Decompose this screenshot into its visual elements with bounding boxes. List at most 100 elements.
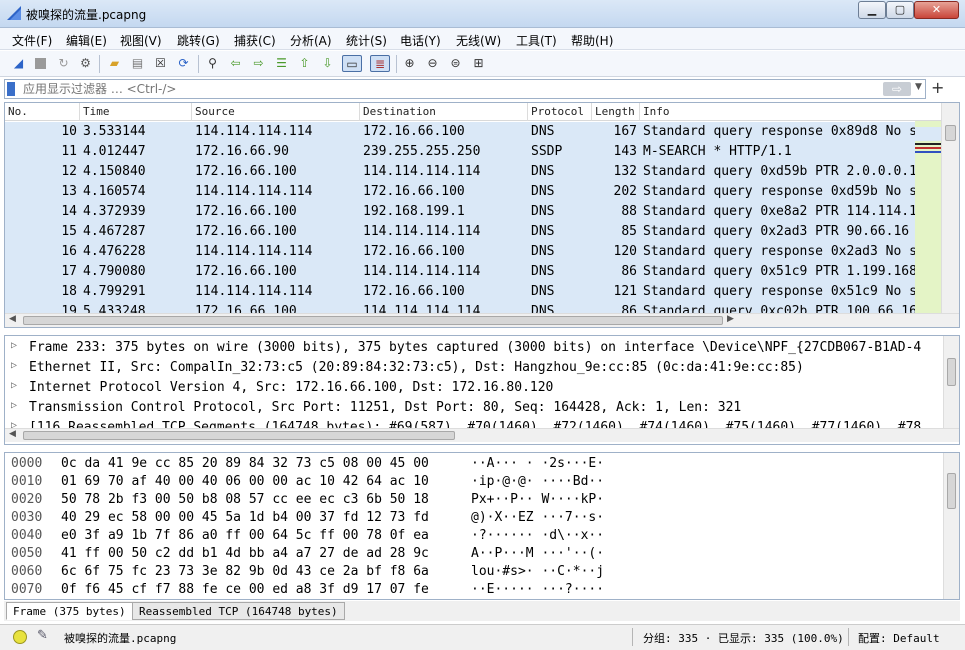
options-gear-icon[interactable]: ⚙	[77, 55, 94, 72]
packet-row[interactable]: 13 4.160574 114.114.114.114 172.16.66.10…	[5, 182, 915, 202]
expert-info-led-icon[interactable]	[13, 630, 27, 644]
bytes-row[interactable]: 0010 01 69 70 af 40 00 40 06 00 00 ac 10…	[5, 473, 945, 491]
maximize-button[interactable]: ▢	[886, 1, 914, 19]
add-filter-button[interactable]: +	[931, 78, 944, 97]
bytes-row[interactable]: 0040 e0 3f a9 1b 7f 86 a0 ff 00 64 5c ff…	[5, 527, 945, 545]
menu-statistics[interactable]: 统计(S)	[346, 32, 387, 49]
menu-edit[interactable]: 编辑(E)	[66, 32, 107, 49]
menu-capture[interactable]: 捕获(C)	[234, 32, 276, 49]
byte-ascii: lou·#s>· ··C·*··j	[471, 564, 605, 579]
menu-tools[interactable]: 工具(T)	[516, 32, 557, 49]
expand-arrow-icon[interactable]: ▷	[11, 380, 17, 391]
forward-arrow-icon[interactable]: ⇨	[250, 55, 267, 72]
byte-ascii: @)·X··EZ ···7··s·	[471, 510, 605, 525]
packet-list-vertical-scrollbar[interactable]	[941, 103, 959, 313]
column-header-source[interactable]: Source	[195, 105, 235, 118]
menu-view[interactable]: 视图(V)	[120, 32, 162, 49]
close-window-button[interactable]: ✕	[914, 1, 959, 19]
menu-wireless[interactable]: 无线(W)	[456, 32, 501, 49]
tab-frame-bytes[interactable]: Frame (375 bytes)	[6, 602, 133, 620]
packet-source: 172.16.66.100	[195, 224, 297, 239]
menu-telephony[interactable]: 电话(Y)	[400, 32, 441, 49]
column-header-length[interactable]: Length	[595, 105, 635, 118]
goto-packet-icon[interactable]: ☰	[273, 55, 290, 72]
packet-row[interactable]: 16 4.476228 114.114.114.114 172.16.66.10…	[5, 242, 915, 262]
detail-tree-item[interactable]: ▷ [116 Reassembled TCP Segments (164748 …	[5, 418, 945, 428]
bytes-vertical-scrollbar[interactable]	[943, 453, 959, 599]
reload-icon[interactable]: ⟳	[175, 55, 192, 72]
minimize-button[interactable]: ▁	[858, 1, 886, 19]
packet-protocol: DNS	[531, 224, 555, 239]
save-file-icon[interactable]: ▤	[129, 55, 146, 72]
title-bar: 被嗅探的流量.pcapng ▁ ▢ ✕	[0, 0, 965, 28]
detail-tree-item[interactable]: ▷ Ethernet II, Src: CompalIn_32:73:c5 (2…	[5, 358, 945, 378]
menu-analyze[interactable]: 分析(A)	[290, 32, 332, 49]
bytes-row[interactable]: 0030 40 29 ec 58 00 00 45 5a 1d b4 00 37…	[5, 509, 945, 527]
packet-row[interactable]: 15 4.467287 172.16.66.100 114.114.114.11…	[5, 222, 915, 242]
shark-fin-start-icon[interactable]: ◢	[10, 55, 27, 72]
detail-tree-item[interactable]: ▷ Internet Protocol Version 4, Src: 172.…	[5, 378, 945, 398]
packet-info: Standard query response 0x51c9 No s	[643, 284, 915, 299]
filter-history-dropdown-icon[interactable]: ▼	[915, 82, 925, 92]
column-header-destination[interactable]: Destination	[363, 105, 436, 118]
zoom-in-icon[interactable]: ⊕	[401, 55, 418, 72]
column-header-info[interactable]: Info	[643, 105, 670, 118]
column-header-time[interactable]: Time	[83, 105, 110, 118]
tab-reassembled-tcp[interactable]: Reassembled TCP (164748 bytes)	[132, 602, 345, 620]
packet-row[interactable]: 17 4.790080 172.16.66.100 114.114.114.11…	[5, 262, 915, 282]
stop-icon[interactable]	[32, 55, 49, 72]
close-file-icon[interactable]: ☒	[152, 55, 169, 72]
details-horizontal-scrollbar[interactable]: ◀	[5, 428, 959, 442]
bytes-row[interactable]: 0050 41 ff 00 50 c2 dd b1 4d bb a4 a7 27…	[5, 545, 945, 563]
filter-bookmark-icon[interactable]	[7, 82, 15, 96]
back-arrow-icon[interactable]: ⇦	[227, 55, 244, 72]
column-header-protocol[interactable]: Protocol	[531, 105, 584, 118]
bytes-row[interactable]: 0000 0c da 41 9e cc 85 20 89 84 32 73 c5…	[5, 455, 945, 473]
menu-help[interactable]: 帮助(H)	[571, 32, 613, 49]
packet-info: Standard query response 0x89d8 No s	[643, 124, 915, 139]
resize-columns-icon[interactable]: ⊞	[470, 55, 487, 72]
apply-filter-button[interactable]: ⇨	[883, 82, 911, 96]
display-filter-bar: ⇨ ▼	[4, 79, 926, 99]
packet-row[interactable]: 12 4.150840 172.16.66.100 114.114.114.11…	[5, 162, 915, 182]
autoscroll-icon[interactable]: ▭	[342, 55, 362, 72]
zoom-normal-icon[interactable]: ⊜	[447, 55, 464, 72]
menu-go[interactable]: 跳转(G)	[177, 32, 220, 49]
packet-no: 12	[61, 164, 77, 179]
bytes-row[interactable]: 0070 0f f6 45 cf f7 88 fe ce 00 ed a8 3f…	[5, 581, 945, 599]
packet-time: 4.799291	[83, 284, 146, 299]
capture-comment-icon[interactable]: ✎	[37, 628, 48, 643]
packet-row[interactable]: 11 4.012447 172.16.66.90 239.255.255.250…	[5, 142, 915, 162]
expand-arrow-icon[interactable]: ▷	[11, 400, 17, 411]
display-filter-input[interactable]	[23, 81, 843, 97]
packet-row[interactable]: 10 3.533144 114.114.114.114 172.16.66.10…	[5, 122, 915, 142]
packet-time: 4.012447	[83, 144, 146, 159]
detail-tree-item[interactable]: ▷ Transmission Control Protocol, Src Por…	[5, 398, 945, 418]
menu-file[interactable]: 文件(F)	[12, 32, 52, 49]
restart-icon[interactable]: ↻	[55, 55, 72, 72]
bytes-row[interactable]: 0020 50 78 2b f3 00 50 b8 08 57 cc ee ec…	[5, 491, 945, 509]
find-icon[interactable]: ⚲	[204, 55, 221, 72]
packet-minimap[interactable]	[915, 121, 941, 313]
bytes-row[interactable]: 0060 6c 6f 75 fc 23 73 3e 82 9b 0d 43 ce…	[5, 563, 945, 581]
packet-destination: 114.114.114.114	[363, 224, 481, 239]
colorize-icon[interactable]: ≣	[370, 55, 390, 72]
open-folder-icon[interactable]: ▰	[106, 55, 123, 72]
packet-protocol: DNS	[531, 164, 555, 179]
column-header-no[interactable]: No.	[8, 105, 28, 118]
packet-no: 13	[61, 184, 77, 199]
details-vertical-scrollbar[interactable]	[943, 336, 959, 428]
last-packet-icon[interactable]: ⇩	[319, 55, 336, 72]
first-packet-icon[interactable]: ⇧	[296, 55, 313, 72]
byte-hex: 01 69 70 af 40 00 40 06 00 00 ac 10 42 6…	[61, 474, 429, 489]
expand-arrow-icon[interactable]: ▷	[11, 360, 17, 371]
status-profile[interactable]: 配置: Default	[858, 630, 940, 646]
expand-arrow-icon[interactable]: ▷	[11, 340, 17, 351]
expand-arrow-icon[interactable]: ▷	[11, 420, 17, 428]
packet-row[interactable]: 18 4.799291 114.114.114.114 172.16.66.10…	[5, 282, 915, 302]
packet-row[interactable]: 14 4.372939 172.16.66.100 192.168.199.1 …	[5, 202, 915, 222]
detail-tree-item[interactable]: ▷ Frame 233: 375 bytes on wire (3000 bit…	[5, 338, 945, 358]
packet-protocol: SSDP	[531, 144, 563, 159]
zoom-out-icon[interactable]: ⊖	[424, 55, 441, 72]
packet-list-horizontal-scrollbar[interactable]: ◀ ▶	[5, 313, 959, 327]
